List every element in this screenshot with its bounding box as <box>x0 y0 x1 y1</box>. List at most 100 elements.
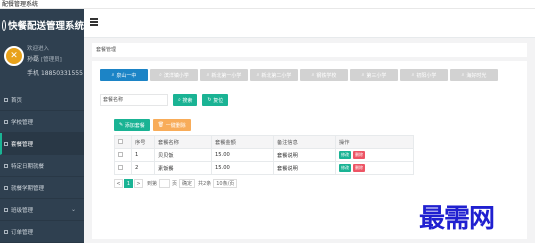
user-name-text: 孙磊 <box>27 56 40 63</box>
breadcrumb: 套餐管理 <box>92 43 527 57</box>
school-tab-3[interactable]: ⌕ 新北第一小学 <box>200 69 248 81</box>
table-row: 2 素饭餐 15.00 套餐说明 修改 删除 <box>114 161 414 175</box>
search-button[interactable]: ⌕ 搜索 <box>173 94 198 106</box>
sidebar-item-meal[interactable]: 套餐管理 <box>0 133 84 155</box>
column-header: 套餐名称 <box>154 135 212 149</box>
sidebar-item-label: 学校管理 <box>11 119 34 126</box>
search-icon: ⌕ <box>361 72 365 78</box>
action-row: ✎ 添加套餐 🗑 一键删除 <box>114 119 191 131</box>
row-select-cell[interactable] <box>114 148 132 162</box>
school-tab-8[interactable]: ⌕ 海好时光 <box>450 69 498 81</box>
school-tab-label: 第三小学 <box>366 72 387 79</box>
phone-label: 手机 <box>27 70 40 77</box>
delete-button[interactable]: 删除 <box>353 164 365 172</box>
meal-name: 贝贝饭 <box>154 148 212 162</box>
select-all-header[interactable] <box>114 135 132 149</box>
sidebar-item-school[interactable]: 学校管理 <box>0 111 84 133</box>
user-role: [管理员] <box>40 57 62 63</box>
batch-delete-label: 一键删除 <box>165 122 186 129</box>
row-index: 2 <box>131 161 155 175</box>
row-select-cell[interactable] <box>114 161 132 175</box>
search-icon: ⌕ <box>461 72 465 78</box>
search-button-label: 搜索 <box>182 97 193 104</box>
select-all-checkbox[interactable] <box>118 138 123 144</box>
edit-button[interactable]: 修改 <box>339 164 351 172</box>
school-tab-label: 新北第二小学 <box>261 72 292 79</box>
sidebar-item-label: 班级管理 <box>11 207 34 214</box>
column-header: 序号 <box>131 135 155 149</box>
school-tab-label: 海好时光 <box>466 72 487 79</box>
sidebar-item-label: 套餐管理 <box>11 141 34 148</box>
sidebar-item-label: 首页 <box>11 97 23 104</box>
row-index: 1 <box>131 148 155 162</box>
column-header: 操作 <box>335 135 414 149</box>
sidebar-item-special-date[interactable]: 特定日期就餐 <box>0 155 84 177</box>
search-icon: ⌕ <box>311 72 315 78</box>
page-unit-label: 页 <box>172 181 178 187</box>
meal-table: 序号 套餐名称 套餐金额 备注信息 操作 1 贝贝饭 15.00 套餐说明 修改… <box>114 135 414 175</box>
avatar[interactable]: ✕ <box>4 46 24 66</box>
prev-page-button[interactable]: < <box>114 179 123 188</box>
welcome-text: 欢迎进入 <box>27 46 50 52</box>
batch-delete-button[interactable]: 🗑 一键删除 <box>152 119 191 131</box>
phone-number: 18850331555 <box>40 70 83 77</box>
brand: 快餐配送管理系统 <box>0 9 84 41</box>
sidebar-item-order[interactable]: 订单管理 <box>0 221 84 243</box>
row-checkbox[interactable] <box>118 151 123 157</box>
row-actions: 修改 删除 <box>335 148 414 162</box>
school-tab-label: 新北第一小学 <box>211 72 242 79</box>
watermark-logo: 最需网 <box>419 204 495 234</box>
school-tab-label: 钢铁学校 <box>316 72 337 79</box>
school-tab-label: 泉山一中 <box>116 72 137 79</box>
reset-button[interactable]: ↻ 复位 <box>202 94 229 106</box>
school-tab-1[interactable]: ⌕ 泉山一中 <box>100 69 148 81</box>
search-row: 套餐名称 ⌕ 搜索 ↻ 复位 <box>100 94 229 106</box>
school-tab-4[interactable]: ⌕ 新北第二小学 <box>250 69 298 81</box>
edit-button[interactable]: 修改 <box>339 151 351 159</box>
sidebar-item-home[interactable]: 首页 <box>0 89 84 111</box>
school-tab-6[interactable]: ⌕ 第三小学 <box>350 69 398 81</box>
sidebar-item-class[interactable]: 班级管理 ⌄ <box>0 199 84 221</box>
brand-title: 快餐配送管理系统 <box>7 21 84 32</box>
chevron-down-icon: ⌄ <box>70 206 76 213</box>
brand-icon <box>2 19 6 31</box>
table-header-row: 序号 套餐名称 套餐金额 备注信息 操作 <box>114 135 414 149</box>
school-tab-7[interactable]: ⌕ 初阳小学 <box>400 69 448 81</box>
order-icon <box>4 229 8 234</box>
column-header: 套餐金额 <box>211 135 274 149</box>
add-meal-label: 添加套餐 <box>124 122 145 129</box>
school-tab-label: 滨洋镇小学 <box>163 72 189 79</box>
user-name: 孙磊 [管理员] <box>27 54 62 63</box>
top-bar <box>84 9 535 38</box>
page-size-select[interactable]: 10条/页 <box>213 179 238 188</box>
row-actions: 修改 删除 <box>335 161 414 175</box>
meal-price: 15.00 <box>211 161 274 175</box>
column-header: 备注信息 <box>273 135 336 149</box>
sidebar-item-term[interactable]: 就餐学期管理 <box>0 177 84 199</box>
class-icon <box>4 207 8 212</box>
meal-name-search-input[interactable]: 套餐名称 <box>100 94 168 106</box>
school-tab-2[interactable]: ⌕ 滨洋镇小学 <box>150 69 198 81</box>
next-page-button[interactable]: > <box>134 179 143 188</box>
window-title: 配餐管理系统 <box>0 0 535 9</box>
pagination: < 1 > 到第 页 确定 共2条 10条/页 <box>114 179 238 188</box>
delete-button[interactable]: 删除 <box>353 151 365 159</box>
school-tab-5[interactable]: ⌕ 钢铁学校 <box>300 69 348 81</box>
search-icon: ⌕ <box>111 72 115 78</box>
sidebar-item-label: 特定日期就餐 <box>11 163 45 170</box>
sidebar: 快餐配送管理系统 ✕ 欢迎进入 孙磊 [管理员] 手机 18850331555 … <box>0 9 84 243</box>
row-checkbox[interactable] <box>118 164 123 170</box>
search-icon: ⌕ <box>256 72 260 78</box>
page-number-input[interactable] <box>159 179 171 188</box>
trash-icon: 🗑 <box>157 122 166 128</box>
hamburger-icon[interactable] <box>90 18 98 26</box>
page-1-button[interactable]: 1 <box>124 179 133 188</box>
search-icon: ⌕ <box>159 72 162 78</box>
school-icon <box>4 119 8 124</box>
calendar-icon <box>4 163 8 168</box>
menu-icon <box>4 141 8 146</box>
term-icon <box>4 185 8 190</box>
home-icon <box>4 97 8 102</box>
add-meal-button[interactable]: ✎ 添加套餐 <box>114 119 150 131</box>
goto-confirm-button[interactable]: 确定 <box>179 179 196 188</box>
